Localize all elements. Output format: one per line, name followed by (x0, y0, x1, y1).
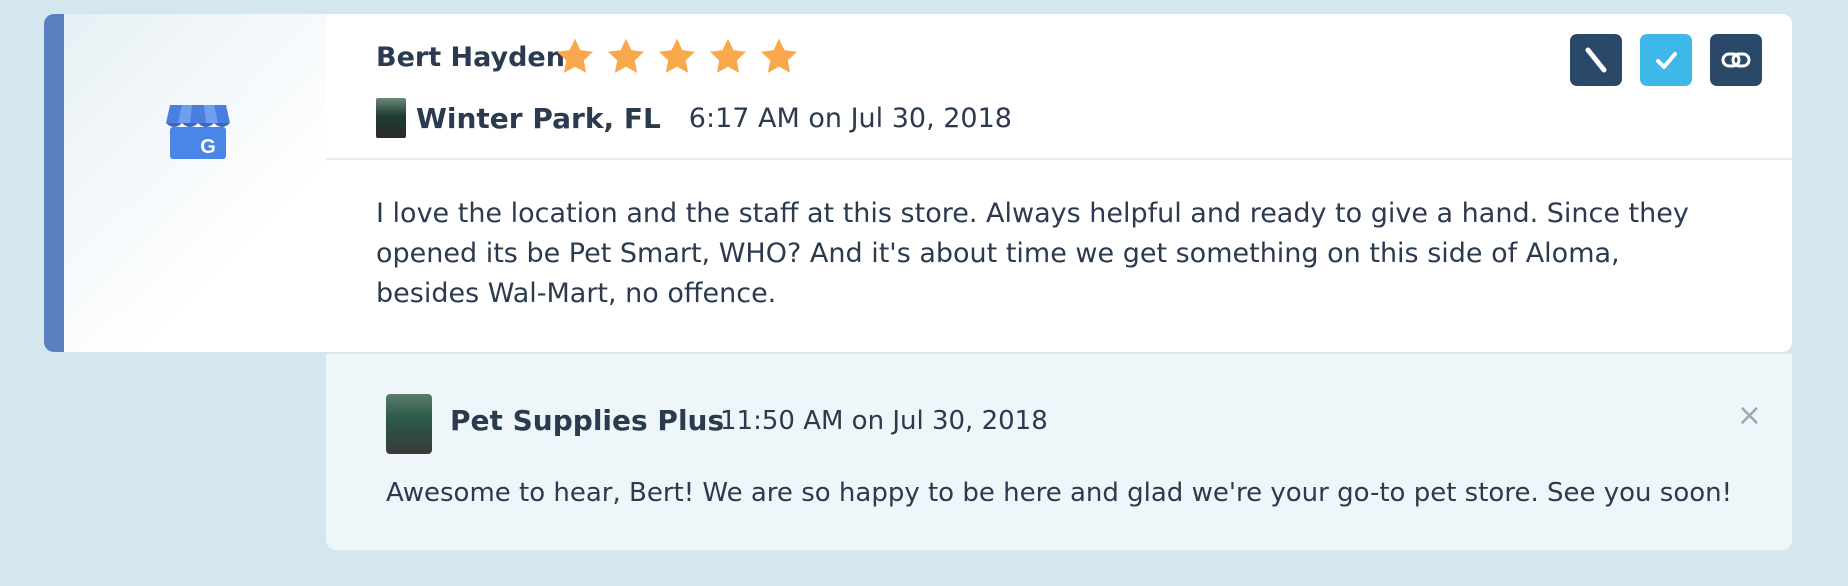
reviewer-name: Bert Hayden (376, 42, 565, 73)
location-row: Winter Park, FL 6:17 AM on Jul 30, 2018 (376, 98, 1012, 138)
link-icon (1721, 52, 1751, 68)
star-icon (760, 38, 798, 73)
review-source-column: G (64, 14, 326, 352)
star-icon (658, 38, 696, 73)
owner-reply: Pet Supplies Plus 11:50 AM on Jul 30, 20… (326, 354, 1792, 550)
review-main: Bert Hayden Winter Park, FL 6:17 AM on J… (326, 14, 1792, 352)
review-card: G Bert Hayden Winter Park, FL 6:17 AM on… (44, 14, 1792, 352)
check-icon (1656, 52, 1677, 69)
review-header: Bert Hayden Winter Park, FL 6:17 AM on J… (326, 14, 1792, 160)
reply-author-avatar (386, 394, 432, 454)
star-icon (556, 38, 594, 73)
review-timestamp: 6:17 AM on Jul 30, 2018 (688, 102, 1012, 134)
source-accent-bar (44, 14, 64, 352)
star-icon (607, 38, 645, 73)
close-icon[interactable]: × (1737, 398, 1762, 433)
location-thumbnail (376, 98, 406, 138)
reply-text: Awesome to hear, Bert! We are so happy t… (386, 478, 1733, 508)
star-icon (709, 38, 747, 73)
location-name[interactable]: Winter Park, FL (416, 102, 661, 135)
svg-text:G: G (200, 136, 216, 158)
mark-done-button[interactable] (1640, 34, 1692, 86)
star-rating (554, 36, 800, 78)
reply-timestamp: 11:50 AM on Jul 30, 2018 (720, 406, 1048, 436)
review-actions (1570, 34, 1762, 86)
reply-author-name: Pet Supplies Plus (450, 404, 725, 437)
edit-button[interactable] (1570, 34, 1622, 86)
link-button[interactable] (1710, 34, 1762, 86)
google-my-business-icon: G (166, 105, 230, 159)
pencil-icon (1585, 47, 1607, 73)
review-body: I love the location and the staff at thi… (376, 198, 1689, 309)
